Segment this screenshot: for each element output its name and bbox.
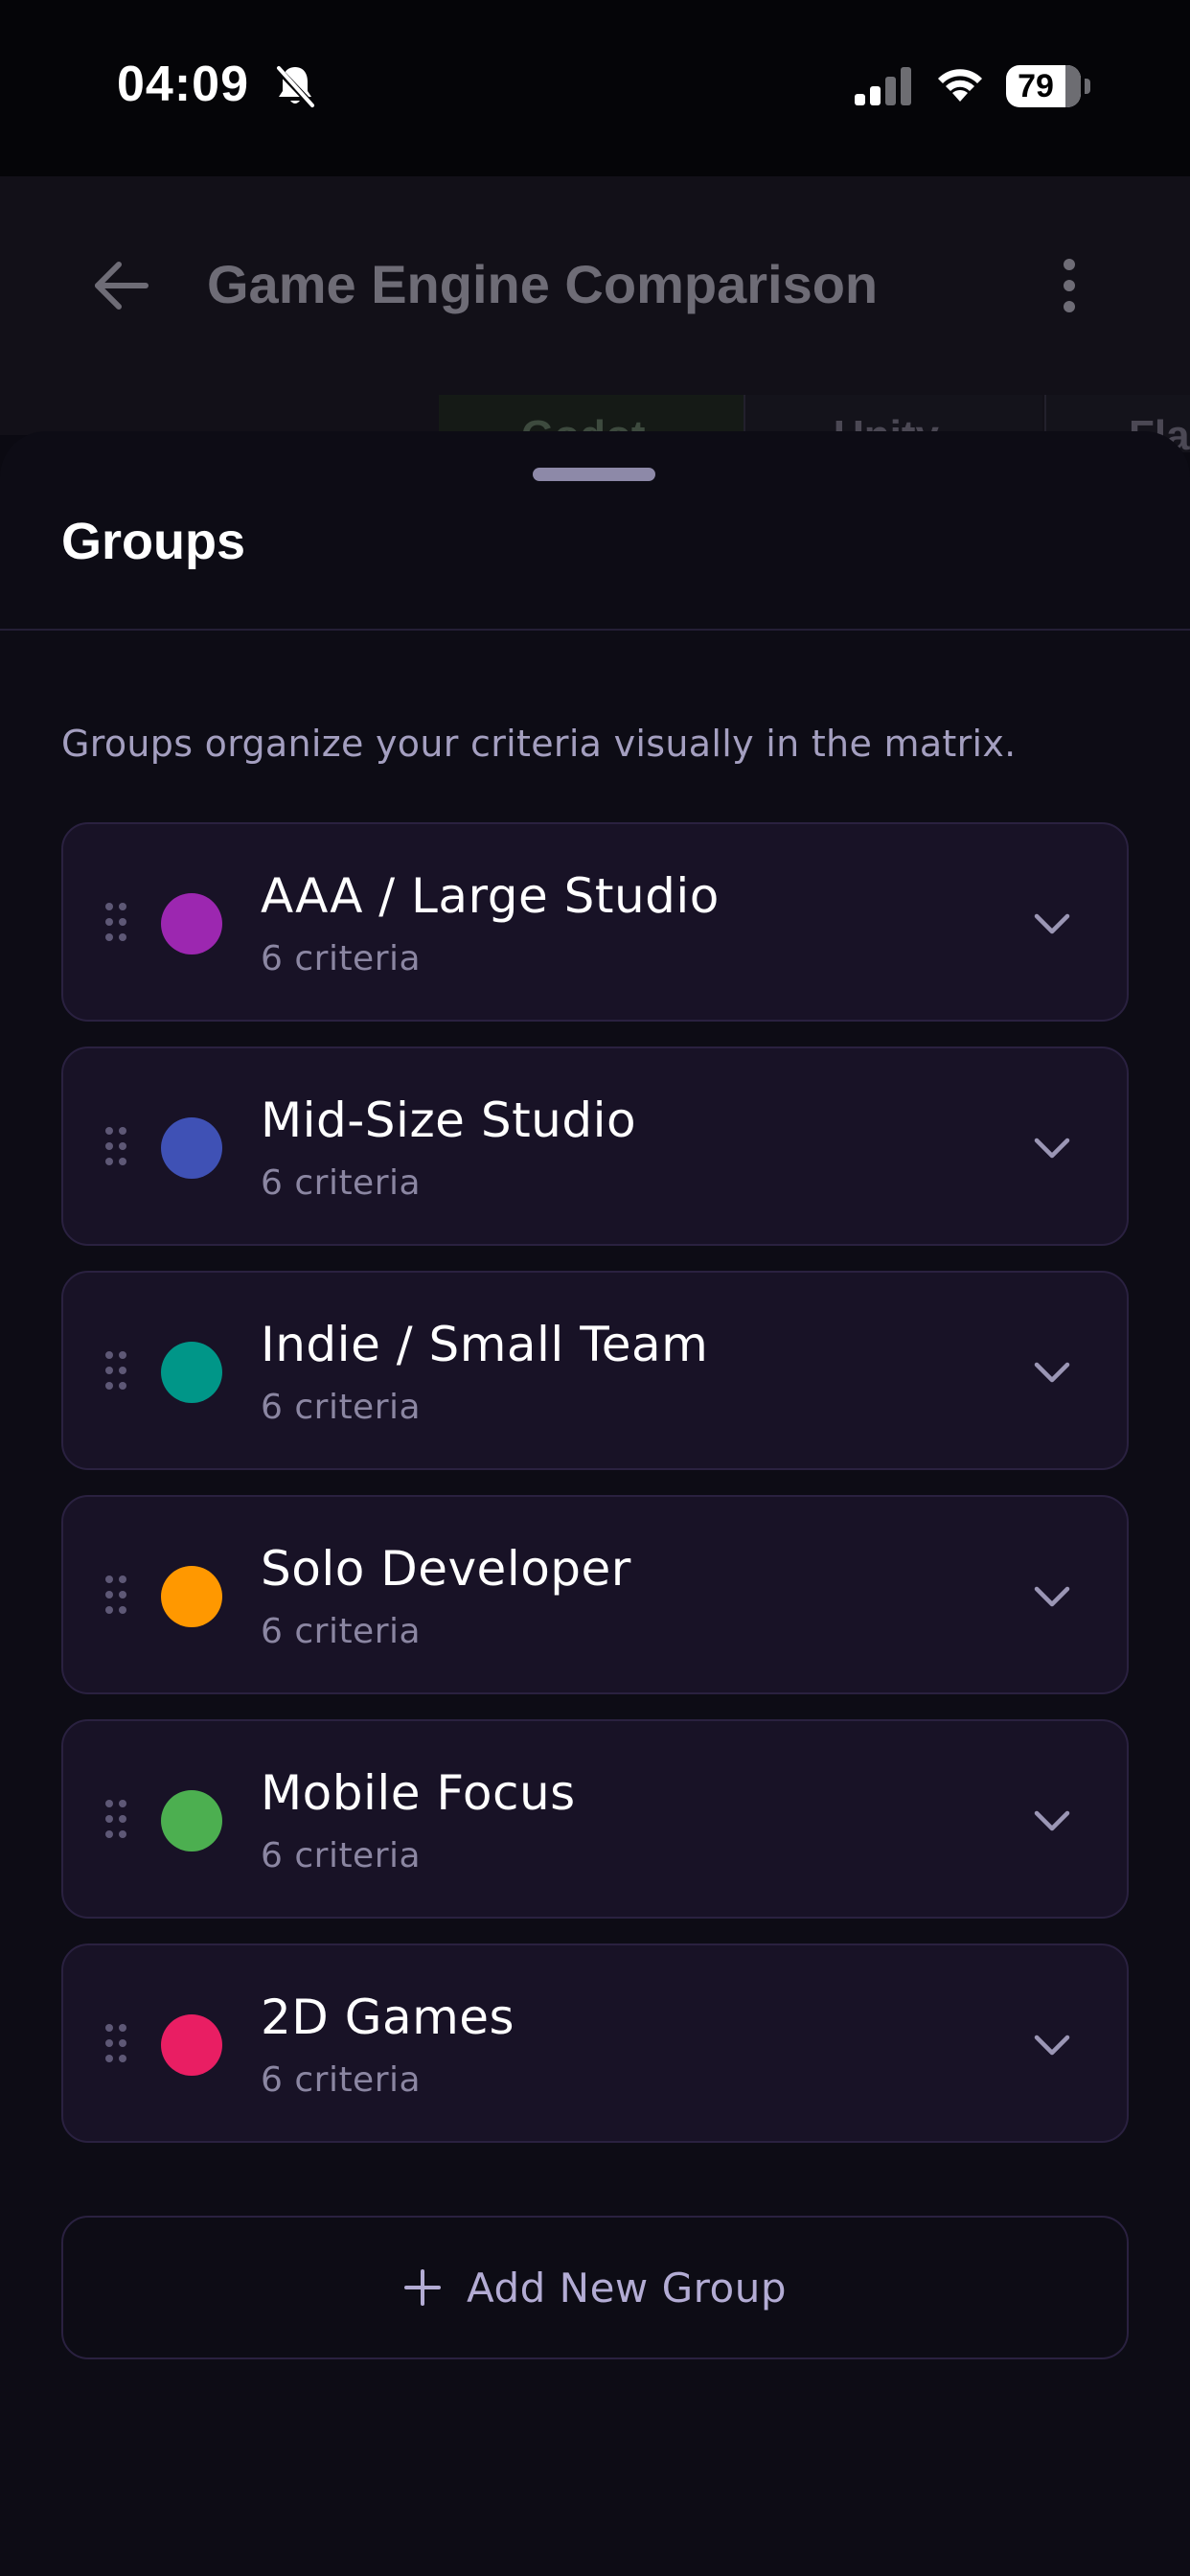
group-card[interactable]: Mid-Size Studio 6 criteria: [61, 1046, 1129, 1246]
chevron-down-icon[interactable]: [1033, 1809, 1071, 1834]
group-name: 2D Games: [261, 1990, 515, 2045]
group-color-dot: [161, 1342, 222, 1403]
sheet-description: Groups organize your criteria visually i…: [61, 723, 1017, 765]
status-time: 04:09: [117, 57, 249, 112]
group-name: Indie / Small Team: [261, 1317, 709, 1372]
battery-icon: 79: [1006, 65, 1081, 107]
bell-slash-icon: [275, 66, 315, 108]
drag-handle-icon[interactable]: [103, 1125, 128, 1167]
chevron-down-icon[interactable]: [1033, 1137, 1071, 1162]
group-criteria-count: 6 criteria: [261, 1388, 422, 1427]
group-color-dot: [161, 1566, 222, 1627]
group-criteria-count: 6 criteria: [261, 1612, 422, 1651]
chevron-down-icon[interactable]: [1033, 912, 1071, 937]
drag-handle-icon[interactable]: [103, 1574, 128, 1616]
page-title: Game Engine Comparison: [207, 254, 879, 314]
group-color-dot: [161, 2014, 222, 2076]
group-criteria-count: 6 criteria: [261, 1836, 422, 1875]
battery-level: 79: [1018, 68, 1054, 104]
drag-handle-icon[interactable]: [103, 901, 128, 943]
group-card[interactable]: Indie / Small Team 6 criteria: [61, 1271, 1129, 1470]
plus-icon: [404, 2269, 441, 2306]
group-card[interactable]: 2D Games 6 criteria: [61, 1944, 1129, 2143]
group-color-dot: [161, 893, 222, 954]
group-name: Mid-Size Studio: [261, 1092, 637, 1148]
more-vertical-icon[interactable]: [1054, 257, 1085, 314]
group-criteria-count: 6 criteria: [261, 1163, 422, 1203]
divider: [0, 629, 1190, 631]
groups-bottom-sheet: Groups Groups organize your criteria vis…: [0, 431, 1190, 2576]
sheet-title: Groups: [61, 513, 246, 570]
group-color-dot: [161, 1117, 222, 1179]
chevron-down-icon[interactable]: [1033, 2034, 1071, 2058]
group-criteria-count: 6 criteria: [261, 2060, 422, 2100]
add-new-group-label: Add New Group: [467, 2264, 787, 2312]
drag-handle-icon[interactable]: [103, 2022, 128, 2064]
group-color-dot: [161, 1790, 222, 1852]
chevron-down-icon[interactable]: [1033, 1585, 1071, 1610]
drag-handle-icon[interactable]: [103, 1798, 128, 1840]
group-card[interactable]: AAA / Large Studio 6 criteria: [61, 822, 1129, 1022]
chevron-down-icon[interactable]: [1033, 1361, 1071, 1386]
drag-handle-icon[interactable]: [103, 1349, 128, 1392]
group-name: Mobile Focus: [261, 1765, 576, 1821]
sheet-drag-handle[interactable]: [533, 468, 655, 481]
status-bar: 04:09 79: [0, 0, 1190, 176]
group-card[interactable]: Solo Developer 6 criteria: [61, 1495, 1129, 1694]
group-name: Solo Developer: [261, 1541, 631, 1597]
arrow-left-icon[interactable]: [92, 259, 149, 312]
wifi-icon: [938, 69, 982, 102]
group-card[interactable]: Mobile Focus 6 criteria: [61, 1719, 1129, 1919]
group-name: AAA / Large Studio: [261, 868, 720, 924]
add-new-group-button[interactable]: Add New Group: [61, 2216, 1129, 2359]
group-criteria-count: 6 criteria: [261, 939, 422, 978]
screen: 04:09 79 Game Engine Comparison Groups G…: [0, 0, 1190, 2576]
battery-cap: [1085, 79, 1090, 94]
cellular-signal-icon: [855, 67, 911, 105]
